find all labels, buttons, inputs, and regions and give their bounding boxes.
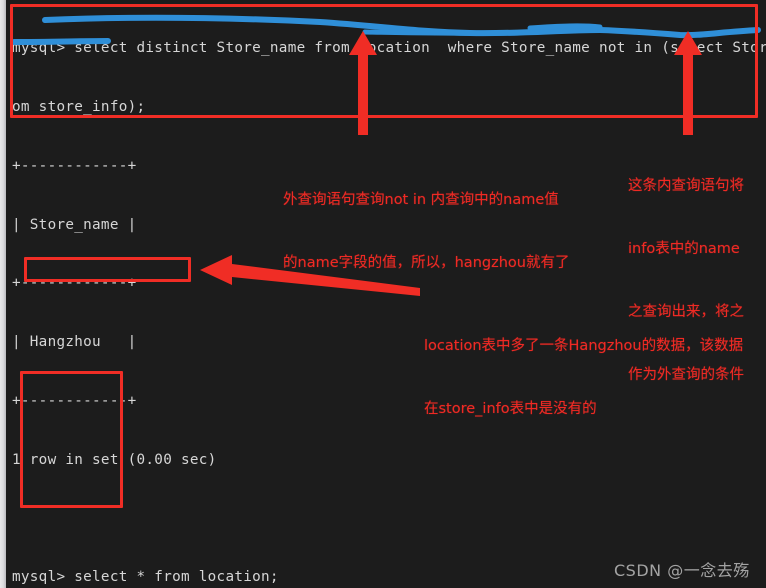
terminal-line-query1-part1: mysql> select distinct Store_name from l… [12,40,766,57]
terminal-line-row: | Hangzhou | [12,334,137,351]
screenshot-root: mysql> select distinct Store_name from l… [0,0,766,588]
terminal-line-footer: 1 row in set (0.00 sec) [12,451,217,468]
terminal-line-rule: +------------+ [12,392,137,409]
terminal-line-rule: +------------+ [12,157,137,174]
mysql-terminal[interactable]: mysql> select distinct Store_name from l… [6,0,766,588]
terminal-line-query1-wrap: om store_info); [12,98,146,115]
terminal-line-header: | Store_name | [12,216,137,233]
terminal-line-query2: mysql> select * from location; [12,569,279,586]
terminal-line-rule: +------------+ [12,275,137,292]
